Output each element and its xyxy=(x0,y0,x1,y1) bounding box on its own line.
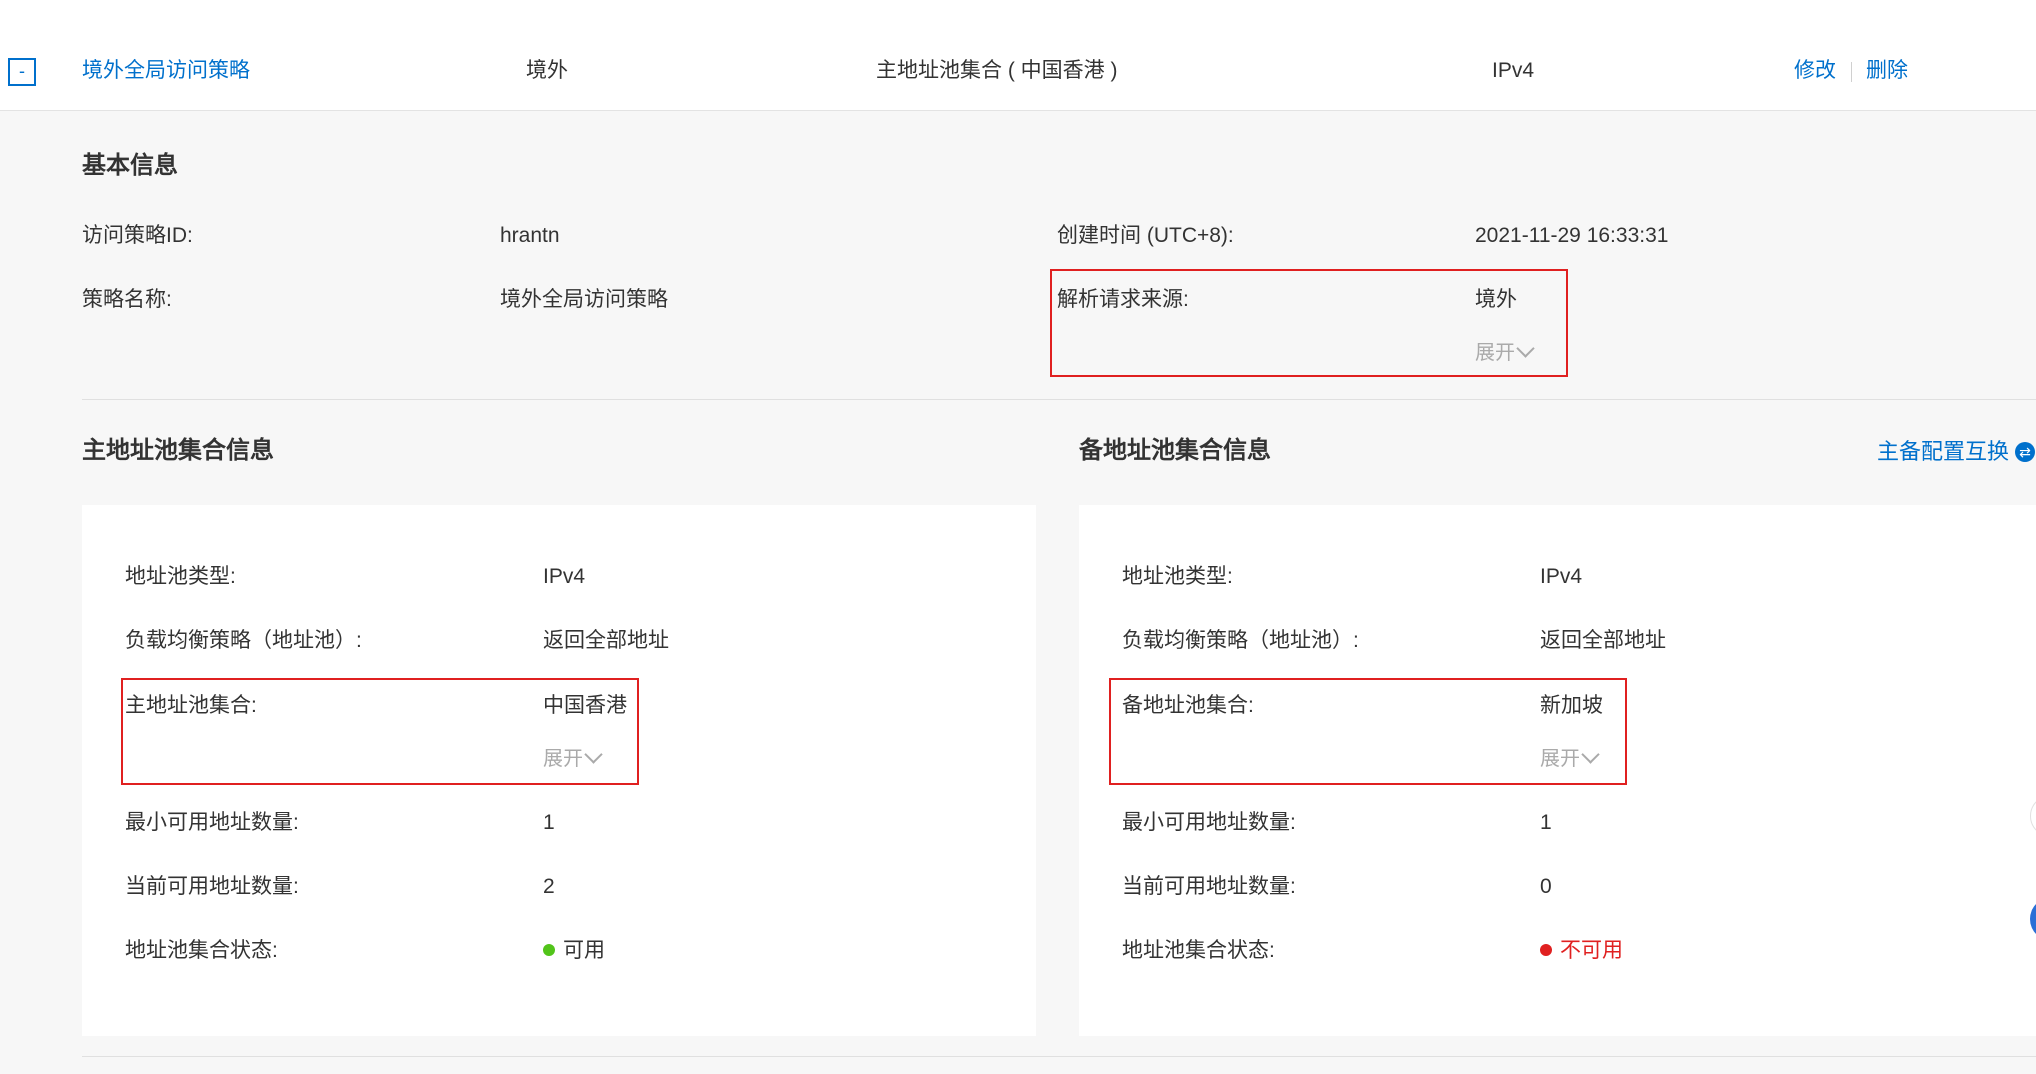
backup-status-value: 不可用 xyxy=(1560,939,1623,962)
request-source-label: 解析请求来源: xyxy=(1057,288,1189,311)
status-dot-icon xyxy=(1540,944,1552,956)
primary-type-label: 地址池类型: xyxy=(125,565,236,588)
policy-name-value: 境外全局访问策略 xyxy=(500,288,668,311)
primary-status: 可用 xyxy=(543,936,605,966)
bottom-divider xyxy=(82,1056,2036,1057)
backup-min-label: 最小可用地址数量: xyxy=(1122,811,1296,834)
pool-set-cell: 主地址池集合 ( 中国香港 ) xyxy=(876,59,1118,82)
basic-info-title: 基本信息 xyxy=(82,152,178,179)
primary-set-value: 中国香港 xyxy=(543,694,627,717)
primary-current-value: 2 xyxy=(543,875,555,898)
backup-min-value: 1 xyxy=(1540,811,1552,834)
policy-table-row: - 境外全局访问策略 境外 主地址池集合 ( 中国香港 ) IPv4 修改 删除 xyxy=(0,0,2036,111)
expand-label: 展开 xyxy=(1540,748,1580,770)
request-source-expand-button[interactable]: 展开 xyxy=(1475,338,1535,368)
chevron-down-icon xyxy=(584,745,603,764)
backup-status-label: 地址池集合状态: xyxy=(1122,939,1275,962)
chevron-down-icon xyxy=(1516,339,1535,358)
backup-set-expand-button[interactable]: 展开 xyxy=(1540,744,1600,774)
policy-detail-panel: 基本信息 访问策略ID: hrantn 创建时间 (UTC+8): 2021-1… xyxy=(0,111,2036,1074)
primary-status-value: 可用 xyxy=(563,939,605,962)
swap-primary-backup-button[interactable]: 主备配置互换 ⇄ xyxy=(1877,436,2036,468)
delete-link[interactable]: 删除 xyxy=(1866,56,1908,86)
request-source-cell: 境外 xyxy=(526,59,568,82)
chevron-down-icon xyxy=(1581,745,1600,764)
backup-set-label: 备地址池集合: xyxy=(1122,694,1254,717)
pool-type-cell: IPv4 xyxy=(1492,59,1535,82)
primary-current-label: 当前可用地址数量: xyxy=(125,875,299,898)
expand-label: 展开 xyxy=(543,748,583,770)
expand-label: 展开 xyxy=(1475,342,1515,364)
policy-id-value: hrantn xyxy=(500,224,560,247)
policy-name-label: 策略名称: xyxy=(82,288,172,311)
backup-set-value: 新加坡 xyxy=(1540,694,1603,717)
primary-status-label: 地址池集合状态: xyxy=(125,939,278,962)
swap-icon: ⇄ xyxy=(2015,442,2036,462)
primary-lb-label: 负载均衡策略（地址池）: xyxy=(125,629,362,652)
policy-id-label: 访问策略ID: xyxy=(82,224,193,247)
backup-type-label: 地址池类型: xyxy=(1122,565,1233,588)
primary-type-value: IPv4 xyxy=(543,565,586,588)
primary-lb-value: 返回全部地址 xyxy=(543,629,669,652)
backup-current-label: 当前可用地址数量: xyxy=(1122,875,1296,898)
primary-min-value: 1 xyxy=(543,811,555,834)
created-time-label: 创建时间 (UTC+8): xyxy=(1057,224,1234,247)
swap-label: 主备配置互换 xyxy=(1877,439,2010,464)
edit-link[interactable]: 修改 xyxy=(1794,56,1836,86)
primary-min-label: 最小可用地址数量: xyxy=(125,811,299,834)
created-time-value: 2021-11-29 16:33:31 xyxy=(1475,224,1669,247)
backup-lb-label: 负载均衡策略（地址池）: xyxy=(1122,629,1359,652)
backup-pool-title: 备地址池集合信息 xyxy=(1079,437,1271,464)
policy-name-link[interactable]: 境外全局访问策略 xyxy=(82,56,250,86)
backup-current-value: 0 xyxy=(1540,875,1552,898)
collapse-toggle-button[interactable]: - xyxy=(8,58,36,86)
primary-set-expand-button[interactable]: 展开 xyxy=(543,744,603,774)
status-dot-icon xyxy=(543,944,555,956)
backup-status: 不可用 xyxy=(1540,936,1623,966)
primary-pool-title: 主地址池集合信息 xyxy=(82,437,274,464)
section-divider xyxy=(82,399,2036,400)
action-separator xyxy=(1851,62,1852,82)
primary-set-label: 主地址池集合: xyxy=(125,694,257,717)
backup-lb-value: 返回全部地址 xyxy=(1540,629,1666,652)
request-source-value: 境外 xyxy=(1475,288,1517,311)
backup-type-value: IPv4 xyxy=(1540,565,1583,588)
